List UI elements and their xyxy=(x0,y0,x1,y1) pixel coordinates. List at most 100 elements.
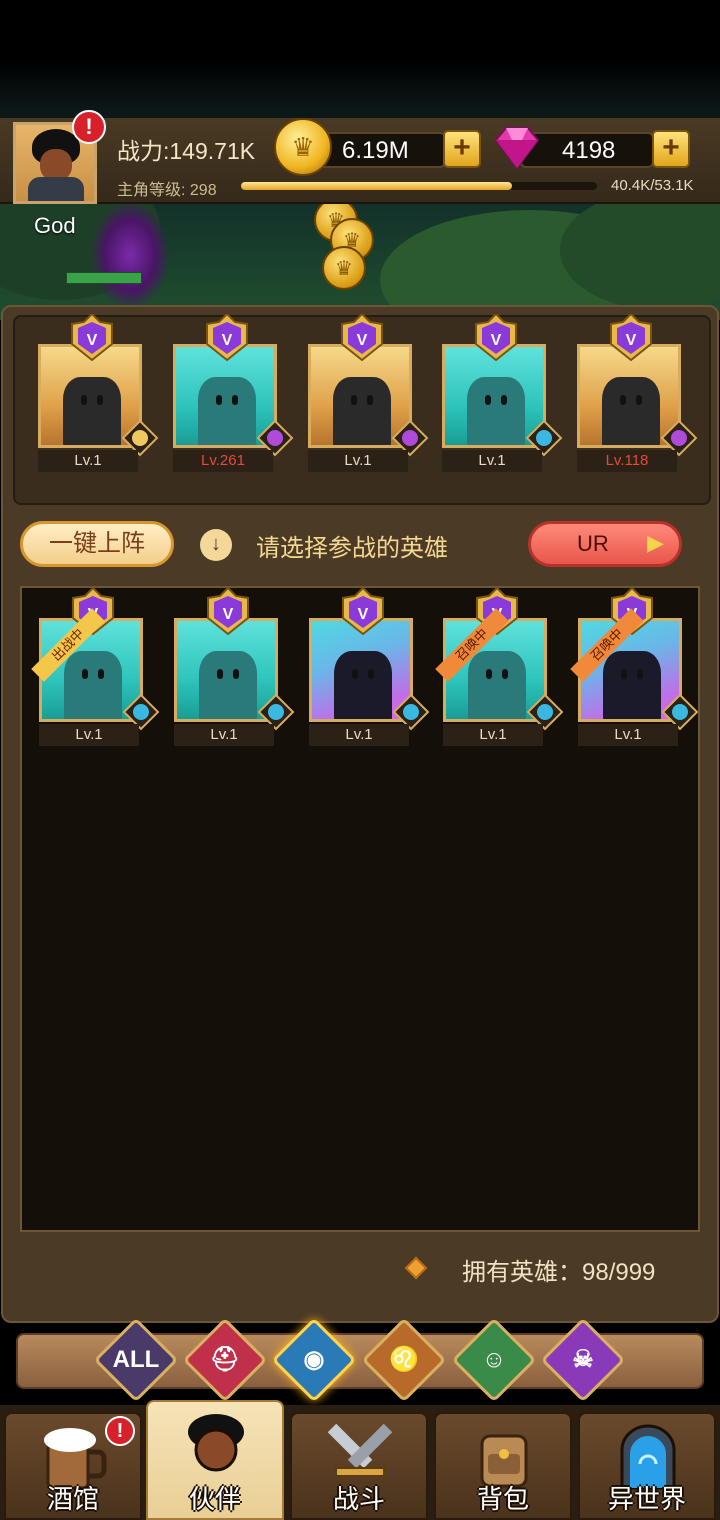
gold-display: 6.19M xyxy=(318,132,446,168)
nav-tab-battle[interactable]: 战斗 xyxy=(290,1412,428,1520)
hero-eye xyxy=(97,395,103,405)
hero-figure xyxy=(468,651,526,719)
svg-text:V: V xyxy=(626,332,637,349)
nav-label-partner: 伙伴 xyxy=(188,1484,241,1514)
knight-icon: ⛑ xyxy=(209,1346,241,1373)
hero-eye xyxy=(636,395,642,405)
rarity-filter-button[interactable]: UR ▶ xyxy=(528,521,682,567)
coin-icon xyxy=(322,246,366,290)
v-rank-badge-icon: V xyxy=(207,588,249,636)
v-rank-badge-icon: V xyxy=(342,588,384,636)
hero-eye xyxy=(502,669,508,679)
hero-eye xyxy=(351,395,357,405)
hero-eye xyxy=(486,669,492,679)
team-hero-card[interactable]: V Lv.1 xyxy=(308,314,429,472)
partner-avatar-icon xyxy=(188,1414,244,1472)
enemy-health-bar xyxy=(66,272,142,284)
hero-figure xyxy=(602,377,660,445)
gem-amount: 4198 xyxy=(562,137,616,164)
svg-text:V: V xyxy=(87,332,98,349)
nav-tab-bag[interactable]: 背包 xyxy=(434,1412,572,1520)
filter-lion-button[interactable]: ♌ xyxy=(361,1317,447,1403)
owned-heroes-counter: 拥有英雄：98/999 xyxy=(398,1250,698,1290)
xp-progress-text: 40.4K/53.1K xyxy=(611,177,694,194)
hero-eye xyxy=(352,669,358,679)
roster-hero-card[interactable]: VLv.1出战中 xyxy=(31,588,160,746)
nav-tab-otherworld[interactable]: 异世界 xyxy=(578,1412,716,1520)
hero-level: Lv.1 xyxy=(39,724,139,746)
team-hero-card[interactable]: V Lv.118 xyxy=(577,314,698,472)
nav-tab-partner[interactable]: 伙伴 xyxy=(146,1400,284,1520)
filter-all-label: ALL xyxy=(112,1346,160,1373)
lion-icon: ♌ xyxy=(389,1346,419,1373)
hero-figure xyxy=(334,651,392,719)
v-rank-badge-icon: V xyxy=(475,314,517,362)
filter-knight-button[interactable]: ⛑ xyxy=(182,1317,268,1403)
hero-eye xyxy=(637,669,643,679)
hero-figure xyxy=(467,377,525,445)
add-gem-button[interactable]: + xyxy=(652,130,690,168)
hero-level: Lv.1 xyxy=(174,724,274,746)
download-arrow-icon: ↓ xyxy=(200,529,232,561)
team-hero-card[interactable]: V Lv.261 xyxy=(173,314,294,472)
team-hero-card[interactable]: V Lv.1 xyxy=(442,314,563,472)
combat-power: 战力:149.71K xyxy=(117,138,256,164)
svg-text:V: V xyxy=(223,606,234,623)
avatar-alert-icon: ! xyxy=(72,110,106,144)
auto-deploy-button[interactable]: 一键上阵 xyxy=(20,521,174,567)
player-name: God xyxy=(34,213,76,238)
svg-text:V: V xyxy=(491,332,502,349)
hero-eye xyxy=(98,669,104,679)
hero-figure xyxy=(603,651,661,719)
rarity-filter-label: UR xyxy=(577,531,609,556)
team-hero-card[interactable]: V Lv.1 xyxy=(38,314,159,472)
sea-icon: ◉ xyxy=(303,1346,325,1373)
hero-eye xyxy=(233,669,239,679)
owned-heroes-text: 拥有英雄：98/999 xyxy=(462,1259,656,1286)
v-rank-badge-icon: V xyxy=(610,314,652,362)
avatar-body xyxy=(28,177,84,201)
nav-label-bag: 背包 xyxy=(476,1484,529,1514)
gem-icon xyxy=(494,127,540,170)
filter-all-button[interactable]: ALL xyxy=(93,1317,179,1403)
hero-figure xyxy=(333,377,391,445)
hero-level: Lv.261 xyxy=(173,450,273,472)
hero-eye xyxy=(232,395,238,405)
gold-amount: 6.19M xyxy=(342,137,409,164)
nav-label-battle: 战斗 xyxy=(332,1484,385,1514)
hero-figure xyxy=(63,377,121,445)
hero-level: Lv.1 xyxy=(578,724,678,746)
hero-level: Lv.1 xyxy=(442,450,542,472)
roster-hero-card[interactable]: VLv.1召唤中 xyxy=(570,588,699,746)
play-arrow-icon: ▶ xyxy=(647,530,664,555)
roster-hero-card[interactable]: V Lv.1 xyxy=(309,588,430,746)
add-gold-button[interactable]: + xyxy=(443,130,481,168)
xp-progress-fill xyxy=(241,182,513,190)
filter-elf-button[interactable]: ☺ xyxy=(451,1317,537,1403)
roster-hero-card[interactable]: VLv.1召唤中 xyxy=(435,588,564,746)
player-level: 主角等级: 298 xyxy=(117,182,217,199)
hero-eye xyxy=(485,395,491,405)
hero-eye xyxy=(216,395,222,405)
hero-eye xyxy=(368,669,374,679)
svg-text:V: V xyxy=(357,332,368,349)
select-hero-hint: 请选择参战的英雄 xyxy=(256,535,448,562)
diamond-icon xyxy=(404,1256,428,1280)
hero-level: Lv.118 xyxy=(577,450,677,472)
hero-eye xyxy=(621,669,627,679)
hero-eye xyxy=(620,395,626,405)
demon-icon: ☠ xyxy=(572,1346,594,1373)
filter-sea-button[interactable]: ◉ xyxy=(271,1317,357,1403)
hero-level: Lv.1 xyxy=(38,450,138,472)
roster-hero-card[interactable]: V Lv.1 xyxy=(174,588,295,746)
nav-label-tavern: 酒馆 xyxy=(46,1484,99,1514)
hero-level: Lv.1 xyxy=(308,450,408,472)
elf-icon: ☺ xyxy=(481,1346,507,1373)
svg-text:V: V xyxy=(222,332,233,349)
hero-eye xyxy=(81,395,87,405)
hero-figure xyxy=(64,651,122,719)
hero-level: Lv.1 xyxy=(443,724,543,746)
xp-progress-bar xyxy=(241,182,597,190)
v-rank-badge-icon: V xyxy=(206,314,248,362)
filter-demon-button[interactable]: ☠ xyxy=(540,1317,626,1403)
